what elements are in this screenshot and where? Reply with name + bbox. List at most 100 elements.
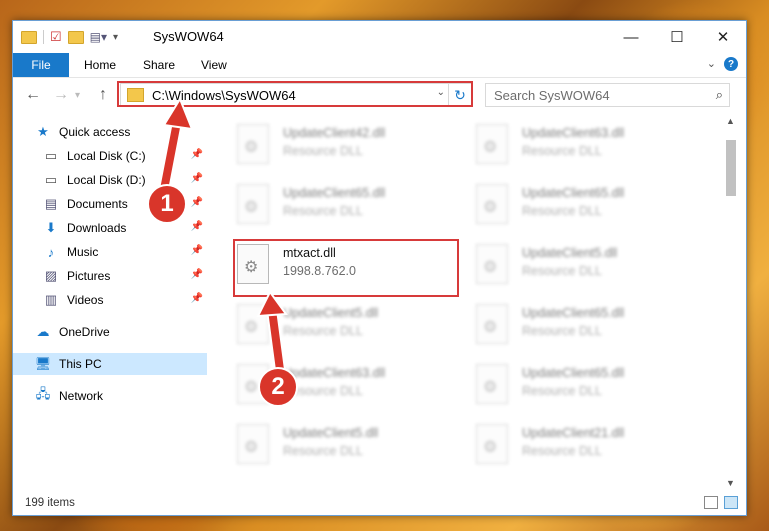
- folder-icon: [21, 30, 37, 44]
- sidebar-item-downloads[interactable]: ⬇ Downloads 📌: [43, 217, 207, 239]
- step-marker-2: 2: [258, 367, 298, 407]
- file-type: Resource DLL: [283, 144, 363, 158]
- pin-icon[interactable]: 📌: [191, 293, 203, 304]
- tab-view[interactable]: View: [201, 53, 227, 77]
- list-item[interactable]: UpdateClient63.dll Resource DLL: [472, 120, 702, 166]
- qat-dropdown-icon[interactable]: ▾: [113, 32, 118, 43]
- divider: [43, 30, 44, 44]
- large-icons-view-icon[interactable]: [724, 496, 738, 509]
- close-button[interactable]: ✕: [700, 21, 746, 53]
- sidebar-item-label: OneDrive: [59, 325, 110, 339]
- sidebar-item-music[interactable]: ♪ Music 📌: [43, 241, 207, 263]
- step-marker-1: 1: [147, 184, 187, 224]
- navigation-bar: ← → ▾ ↑ C:\Windows\SysWOW64 ⌄ ↻ Search S…: [13, 78, 746, 112]
- dll-file-icon: [237, 424, 269, 464]
- dll-file-icon: [476, 304, 508, 344]
- sidebar-item-label: Local Disk (C:): [67, 149, 146, 163]
- file-name: UpdateClient65.dll: [522, 186, 625, 200]
- help-button[interactable]: ?: [724, 57, 738, 71]
- file-highlight-box: [233, 239, 459, 297]
- list-item[interactable]: UpdateClient65.dll Resource DLL: [472, 180, 702, 226]
- file-name: UpdateClient63.dll: [522, 126, 625, 140]
- file-type: Resource DLL: [522, 264, 602, 278]
- sidebar-item-label: Pictures: [67, 269, 111, 283]
- list-item[interactable]: UpdateClient65.dll Resource DLL: [472, 300, 702, 346]
- file-name: UpdateClient65.dll: [522, 306, 625, 320]
- file-name: UpdateClient65.dll: [283, 186, 386, 200]
- customize-qat-icon[interactable]: ▤▾: [90, 30, 107, 44]
- drive-icon: ▭: [44, 148, 58, 163]
- list-item[interactable]: UpdateClient42.dll Resource DLL: [233, 120, 463, 166]
- scroll-up-icon[interactable]: ▲: [726, 116, 735, 126]
- sidebar-item-label: Videos: [67, 293, 104, 307]
- pin-icon[interactable]: 📌: [191, 269, 203, 280]
- sidebar-item-videos[interactable]: ▥ Videos 📌: [43, 289, 207, 311]
- drive-icon: ▭: [44, 172, 58, 187]
- dll-file-icon: [476, 244, 508, 284]
- pin-icon[interactable]: 📌: [191, 221, 203, 232]
- dll-file-icon: [476, 364, 508, 404]
- tab-home[interactable]: Home: [84, 53, 116, 77]
- search-icon[interactable]: ⌕: [716, 87, 723, 103]
- sidebar-item-label: Documents: [67, 197, 128, 211]
- recent-locations-icon[interactable]: ▾: [75, 90, 80, 101]
- title-bar: ☑ ▤▾ ▾ SysWOW64 — ☐ ✕: [13, 21, 746, 53]
- file-name: UpdateClient5.dll: [522, 246, 618, 260]
- list-item[interactable]: UpdateClient65.dll Resource DLL: [472, 360, 702, 406]
- scroll-down-icon[interactable]: ▼: [726, 478, 735, 488]
- star-icon: ★: [37, 124, 49, 139]
- status-bar: 199 items: [13, 491, 746, 515]
- file-type: Resource DLL: [522, 204, 602, 218]
- file-explorer-window: ☑ ▤▾ ▾ SysWOW64 — ☐ ✕ File Home Share Vi…: [12, 20, 747, 516]
- details-view-icon[interactable]: [704, 496, 718, 509]
- maximize-button[interactable]: ☐: [654, 21, 700, 53]
- dll-file-icon: [476, 124, 508, 164]
- pin-icon[interactable]: 📌: [191, 245, 203, 256]
- sidebar-item-network[interactable]: 🖧 Network: [35, 385, 207, 407]
- dll-file-icon: [237, 184, 269, 224]
- dll-file-icon: [237, 124, 269, 164]
- file-name: UpdateClient5.dll: [283, 426, 379, 440]
- expand-ribbon-icon[interactable]: ⌄: [707, 57, 716, 70]
- computer-icon: 🖥: [34, 356, 52, 371]
- vertical-scrollbar[interactable]: ▲ ▼: [723, 112, 740, 492]
- file-type: Resource DLL: [522, 384, 602, 398]
- sidebar-item-pictures[interactable]: ▨ Pictures 📌: [43, 265, 207, 287]
- file-type: Resource DLL: [283, 204, 363, 218]
- file-type: Resource DLL: [522, 324, 602, 338]
- network-icon: 🖧: [35, 386, 51, 401]
- scrollbar-thumb[interactable]: [726, 140, 736, 196]
- quick-access-toolbar: ☑ ▤▾ ▾: [21, 29, 118, 45]
- sidebar-item-label: This PC: [59, 357, 102, 371]
- sidebar-item-label: Downloads: [67, 221, 127, 235]
- forward-button[interactable]: →: [53, 86, 69, 104]
- list-item[interactable]: UpdateClient5.dll Resource DLL: [233, 420, 463, 466]
- tab-share[interactable]: Share: [143, 53, 175, 77]
- file-type: Resource DLL: [522, 444, 602, 458]
- window-title: SysWOW64: [153, 29, 224, 44]
- up-button[interactable]: ↑: [99, 86, 107, 104]
- file-name: UpdateClient21.dll: [522, 426, 625, 440]
- sidebar-item-this-pc[interactable]: 🖥 This PC: [13, 353, 207, 375]
- search-placeholder: Search SysWOW64: [494, 87, 610, 103]
- sidebar-item-label: Local Disk (D:): [67, 173, 146, 187]
- list-item[interactable]: UpdateClient21.dll Resource DLL: [472, 420, 702, 466]
- back-button[interactable]: ←: [25, 86, 41, 104]
- tab-file[interactable]: File: [13, 53, 69, 77]
- file-type: Resource DLL: [283, 384, 363, 398]
- list-item[interactable]: UpdateClient5.dll Resource DLL: [472, 240, 702, 286]
- documents-icon: ▤: [44, 196, 58, 211]
- search-input[interactable]: Search SysWOW64 ⌕: [485, 83, 730, 107]
- file-type: Resource DLL: [522, 144, 602, 158]
- file-type: Resource DLL: [283, 444, 363, 458]
- sidebar-item-label: Music: [67, 245, 99, 259]
- item-count: 199 items: [25, 497, 75, 509]
- minimize-button[interactable]: —: [608, 21, 654, 53]
- cloud-icon: ☁: [36, 324, 50, 339]
- dll-file-icon: [476, 424, 508, 464]
- list-item[interactable]: UpdateClient65.dll Resource DLL: [233, 180, 463, 226]
- properties-icon[interactable]: ☑: [50, 29, 62, 45]
- file-name: UpdateClient42.dll: [283, 126, 386, 140]
- new-folder-icon[interactable]: [67, 30, 84, 44]
- sidebar-item-onedrive[interactable]: ☁ OneDrive: [35, 321, 207, 343]
